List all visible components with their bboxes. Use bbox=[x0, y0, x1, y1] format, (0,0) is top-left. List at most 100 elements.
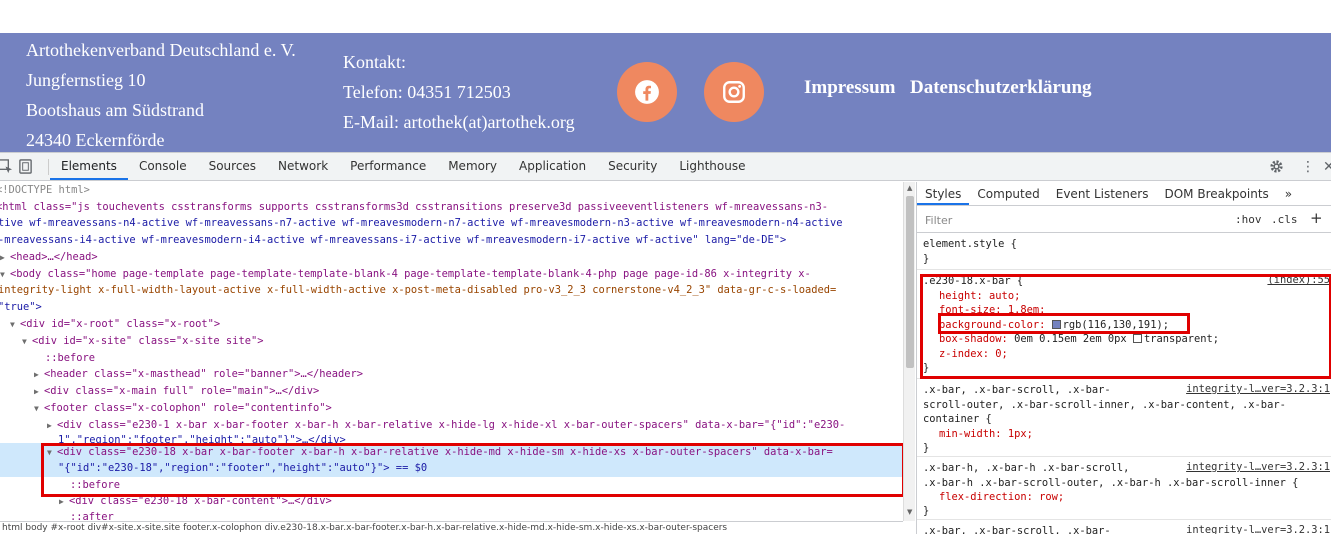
tab-elements[interactable]: Elements bbox=[50, 153, 128, 180]
annotation-box-background-color bbox=[938, 313, 1190, 334]
collapsed-triangle-icon[interactable]: ▶ bbox=[47, 418, 57, 434]
tab-dom-breakpoints[interactable]: DOM Breakpoints bbox=[1156, 182, 1276, 205]
scroll-up-icon[interactable]: ▲ bbox=[907, 184, 912, 192]
dom-line[interactable]: ▶ <div class="e230-1 x-bar x-bar-footer x… bbox=[47, 417, 845, 433]
css-rule-x-bar-partial: .x-bar, .x-bar-scroll, .x-bar- integrity… bbox=[917, 521, 1331, 534]
gear-icon[interactable] bbox=[1269, 159, 1284, 174]
impressum-link[interactable]: Impressum bbox=[804, 77, 896, 99]
dom-line-text: <head>…</head> bbox=[10, 251, 98, 263]
devtools-tabs: Elements Console Sources Network Perform… bbox=[50, 153, 757, 180]
rule-selector[interactable]: scroll-outer, .x-bar-scroll-inner, .x-ba… bbox=[923, 398, 1286, 413]
tab-performance[interactable]: Performance bbox=[339, 153, 437, 180]
devtools-panel: Elements Console Sources Network Perform… bbox=[0, 152, 1331, 534]
dom-line[interactable]: ▼ <body class="home page-template page-te… bbox=[0, 266, 811, 282]
dom-line[interactable]: ::before bbox=[45, 350, 95, 366]
toolbar-separator bbox=[48, 159, 49, 175]
rule-close: } bbox=[923, 505, 930, 517]
breadcrumb[interactable]: html body #x-root div#x-site.x-site.site… bbox=[0, 521, 903, 534]
dom-scrollbar[interactable]: ▲ ▼ bbox=[903, 182, 915, 521]
instagram-button[interactable] bbox=[704, 62, 764, 122]
expanded-triangle-icon[interactable]: ▼ bbox=[10, 317, 20, 333]
site-footer: Artothekenverband Deutschland e. V. Jung… bbox=[0, 33, 1331, 152]
tab-sources[interactable]: Sources bbox=[198, 153, 267, 180]
dom-line[interactable]: integrity-light x-full-width-layout-acti… bbox=[0, 282, 836, 298]
more-options-icon[interactable]: ⋮ bbox=[1301, 159, 1315, 175]
dom-line[interactable]: ▼ <div id="x-site" class="x-site site"> bbox=[22, 333, 263, 349]
collapsed-triangle-icon[interactable]: ▶ bbox=[34, 367, 44, 383]
dom-line-text: <body class="home page-template page-tem… bbox=[10, 268, 811, 280]
footer-address: Artothekenverband Deutschland e. V. Jung… bbox=[26, 35, 296, 155]
dom-line[interactable]: "true"> bbox=[0, 299, 42, 315]
dom-line[interactable]: ▶ <div class="x-main full" role="main">…<… bbox=[34, 383, 319, 399]
close-icon[interactable]: ✕ bbox=[1323, 159, 1331, 175]
dom-line[interactable]: -mreavessans-i4-active wf-mreavesmodern-… bbox=[0, 232, 786, 248]
device-toggle-icon[interactable] bbox=[18, 159, 33, 174]
contact-line: Kontakt: bbox=[343, 52, 406, 72]
dom-line-text: <header class="x-masthead" role="banner"… bbox=[44, 368, 364, 380]
footer-contact: Kontakt: Telefon: 04351 712503 E-Mail: a… bbox=[343, 47, 575, 137]
annotation-box-selected-node bbox=[41, 443, 905, 497]
tab-network[interactable]: Network bbox=[267, 153, 339, 180]
css-rule-x-bar-h: .x-bar-h, .x-bar-h .x-bar-scroll, integr… bbox=[917, 458, 1331, 520]
datenschutz-link[interactable]: Datenschutzerklärung bbox=[910, 77, 1092, 99]
facebook-button[interactable] bbox=[617, 62, 677, 122]
css-rule-element-style: element.style { } bbox=[917, 234, 1331, 270]
dom-line[interactable]: ::after bbox=[70, 509, 114, 521]
dom-line-text: <div class="e230-1 x-bar x-bar-footer x-… bbox=[57, 419, 846, 431]
tab-memory[interactable]: Memory bbox=[437, 153, 508, 180]
collapsed-triangle-icon[interactable]: ▶ bbox=[0, 250, 10, 266]
scrollbar-thumb[interactable] bbox=[906, 196, 914, 368]
new-rule-plus-icon[interactable]: + bbox=[1310, 209, 1323, 227]
rule-selector[interactable]: .x-bar, .x-bar-scroll, .x-bar- bbox=[923, 383, 1111, 398]
collapsed-triangle-icon[interactable]: ▶ bbox=[34, 384, 44, 400]
rule-selector[interactable]: .x-bar-h .x-bar-scroll-outer, .x-bar-h .… bbox=[923, 476, 1298, 491]
devtools-tabbar: Elements Console Sources Network Perform… bbox=[0, 153, 1331, 181]
dom-line[interactable]: ▼ <footer class="x-colophon" role="conten… bbox=[34, 400, 332, 416]
dom-line[interactable]: tive wf-mreavessans-n4-active wf-mreaves… bbox=[0, 215, 843, 231]
tab-lighthouse[interactable]: Lighthouse bbox=[668, 153, 756, 180]
more-tabs-chevron-icon[interactable]: » bbox=[1277, 182, 1300, 205]
cls-toggle[interactable]: .cls bbox=[1271, 213, 1298, 226]
tab-console[interactable]: Console bbox=[128, 153, 198, 180]
rule-selector[interactable]: .x-bar-h, .x-bar-h .x-bar-scroll, bbox=[923, 461, 1129, 476]
tab-styles[interactable]: Styles bbox=[917, 182, 970, 205]
tab-computed[interactable]: Computed bbox=[969, 182, 1047, 205]
address-line: Artothekenverband Deutschland e. V. bbox=[26, 40, 296, 60]
css-property[interactable]: min-width: 1px; bbox=[939, 427, 1033, 442]
rule-close: } bbox=[923, 442, 930, 454]
dom-line-text: <footer class="x-colophon" role="content… bbox=[44, 402, 332, 414]
contact-line: E-Mail: artothek(at)artothek.org bbox=[343, 112, 575, 132]
tab-application[interactable]: Application bbox=[508, 153, 597, 180]
dom-line[interactable]: <html class="js touchevents csstransform… bbox=[0, 199, 828, 215]
dom-line-text: <div id="x-root" class="x-root"> bbox=[20, 318, 221, 330]
expanded-triangle-icon[interactable]: ▼ bbox=[22, 334, 32, 350]
styles-filter-input[interactable] bbox=[925, 211, 1225, 229]
dom-line-text: <div class="x-main full" role="main">…</… bbox=[44, 385, 320, 397]
dom-line[interactable]: ▶ <header class="x-masthead" role="banner… bbox=[34, 366, 363, 382]
rule-source-link[interactable]: integrity-l…ver=3.2.3:1 bbox=[1186, 383, 1330, 395]
tab-security[interactable]: Security bbox=[597, 153, 668, 180]
tab-event-listeners[interactable]: Event Listeners bbox=[1048, 182, 1157, 205]
page-top bbox=[0, 0, 1331, 33]
inspect-icon[interactable] bbox=[0, 159, 13, 174]
rule-selector[interactable]: .x-bar, .x-bar-scroll, .x-bar- bbox=[923, 524, 1111, 534]
contact-line: Telefon: 04351 712503 bbox=[343, 82, 511, 102]
facebook-icon bbox=[635, 80, 659, 104]
address-line: Bootshaus am Südstrand bbox=[26, 100, 204, 120]
css-property[interactable]: flex-direction: row; bbox=[939, 490, 1064, 505]
styles-filter-bar: :hov .cls + bbox=[917, 207, 1331, 233]
dom-line[interactable]: ▶ <head>…</head> bbox=[0, 249, 98, 265]
dom-line[interactable]: <!DOCTYPE html> bbox=[0, 182, 90, 198]
css-rule-x-bar: .x-bar, .x-bar-scroll, .x-bar- integrity… bbox=[917, 380, 1331, 457]
expanded-triangle-icon[interactable]: ▼ bbox=[34, 401, 44, 417]
dom-line[interactable]: ▼ <div id="x-root" class="x-root"> bbox=[10, 316, 220, 332]
rule-selector[interactable]: element.style { bbox=[923, 237, 1017, 252]
scroll-down-icon[interactable]: ▼ bbox=[907, 508, 912, 516]
hov-toggle[interactable]: :hov bbox=[1235, 213, 1262, 226]
address-line: 24340 Eckernförde bbox=[26, 130, 165, 150]
expanded-triangle-icon[interactable]: ▼ bbox=[0, 267, 10, 283]
rule-source-link[interactable]: integrity-l…ver=3.2.3:1 bbox=[1186, 524, 1330, 534]
dom-line-text: <div id="x-site" class="x-site site"> bbox=[32, 335, 264, 347]
rule-source-link[interactable]: integrity-l…ver=3.2.3:1 bbox=[1186, 461, 1330, 473]
rule-selector[interactable]: container { bbox=[923, 412, 992, 427]
